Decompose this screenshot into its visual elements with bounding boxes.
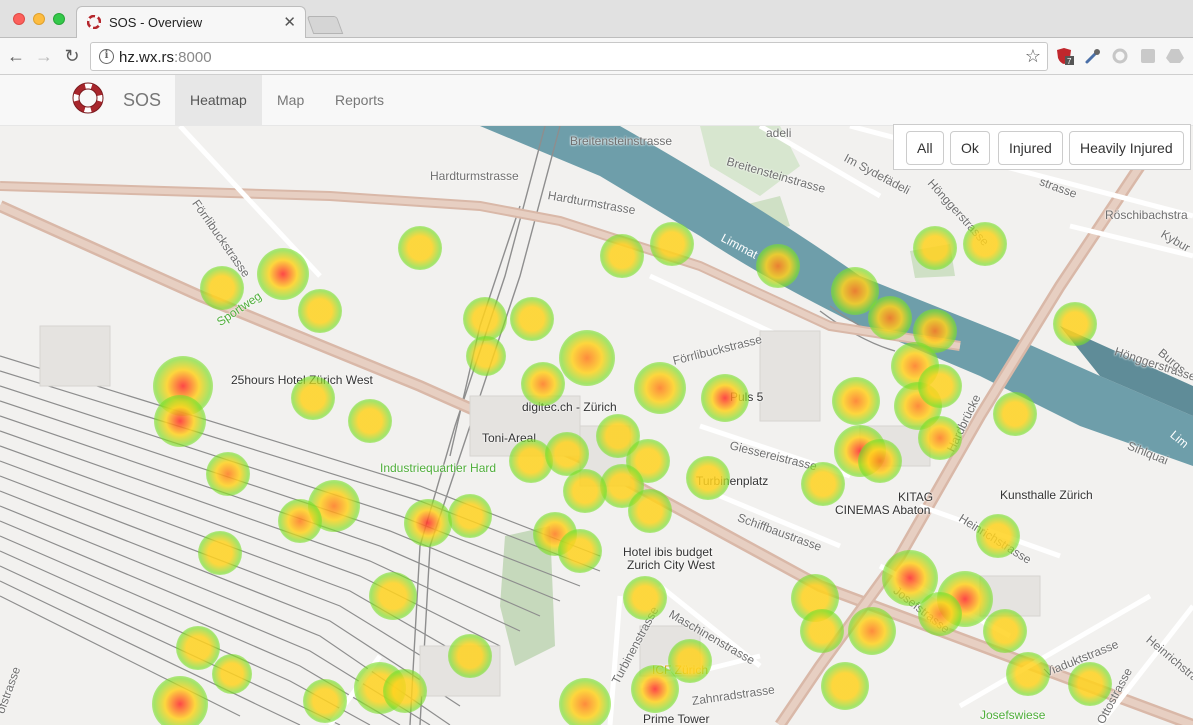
window-close-button[interactable]: [13, 13, 25, 25]
address-bar[interactable]: i hz.wx.rs:8000 ☆: [90, 42, 1048, 71]
map-base-layer: [0, 126, 1193, 725]
back-arrow-icon[interactable]: ←: [5, 45, 27, 67]
drive-extension-icon[interactable]: [1165, 46, 1185, 66]
filter-injured-button[interactable]: Injured: [998, 131, 1063, 165]
street-label: Röschibachstra: [1105, 208, 1188, 222]
filter-ok-button[interactable]: Ok: [950, 131, 990, 165]
lifebuoy-logo-icon[interactable]: [72, 82, 104, 114]
css-extension-icon[interactable]: [1138, 46, 1158, 66]
poi-label[interactable]: Turbinenplatz: [696, 474, 768, 488]
poi-label[interactable]: Industriequartier Hard: [380, 461, 496, 475]
app-navbar: SOS Heatmap Map Reports: [0, 75, 1193, 126]
park-label: Josefswiese: [980, 708, 1046, 722]
street-label: Breitensteinstrasse: [570, 134, 673, 148]
forward-arrow-icon[interactable]: →: [33, 45, 55, 67]
sync-extension-icon[interactable]: [1110, 46, 1130, 66]
nav-reports[interactable]: Reports: [320, 75, 399, 125]
poi-label[interactable]: ICF Zürich: [652, 663, 708, 677]
browser-tabstrip: SOS - Overview ✕: [0, 0, 1193, 39]
poi-label[interactable]: Hotel ibis budget: [623, 545, 712, 559]
browser-toolbar: ← → ↻ i hz.wx.rs:8000 ☆ 7: [0, 38, 1193, 75]
street-label: adeli: [766, 126, 792, 140]
heatmap-map[interactable]: Breitensteinstrasse Breitensteinstrasse …: [0, 126, 1193, 725]
poi-label[interactable]: Zurich City West: [627, 558, 715, 572]
window-minimize-button[interactable]: [33, 13, 45, 25]
poi-label[interactable]: Toni-Areal: [482, 431, 536, 445]
tab-title: SOS - Overview: [109, 15, 203, 30]
extension-badge: 7: [1067, 57, 1072, 66]
nav-heatmap[interactable]: Heatmap: [175, 75, 262, 125]
poi-label[interactable]: digitec.ch - Zürich: [522, 400, 617, 414]
injury-filter-control: All Ok Injured Heavily Injured: [893, 124, 1191, 170]
poi-label[interactable]: CINEMAS Abaton: [835, 503, 930, 517]
eyedropper-extension-icon[interactable]: [1083, 46, 1103, 66]
street-label: Hardturmstrasse: [430, 169, 519, 183]
url-port: :8000: [174, 49, 212, 66]
poi-label[interactable]: Kunsthalle Zürich: [1000, 488, 1093, 502]
poi-label[interactable]: Prime Tower: [643, 712, 709, 725]
reload-icon[interactable]: ↻: [61, 45, 83, 67]
poi-label[interactable]: KITAG: [898, 490, 933, 504]
filter-heavily-injured-button[interactable]: Heavily Injured: [1069, 131, 1184, 165]
info-icon[interactable]: i: [99, 49, 114, 64]
browser-tab-active[interactable]: SOS - Overview ✕: [76, 6, 306, 39]
tab-close-icon[interactable]: ✕: [283, 13, 296, 31]
nav-map[interactable]: Map: [262, 75, 319, 125]
new-tab-button[interactable]: [306, 16, 344, 34]
url-host: hz.wx.rs: [119, 49, 175, 66]
shield-extension-icon[interactable]: 7: [1055, 46, 1075, 66]
filter-all-button[interactable]: All: [906, 131, 944, 165]
url-text: hz.wx.rs:8000: [119, 49, 212, 66]
window-zoom-button[interactable]: [53, 13, 65, 25]
brand-name[interactable]: SOS: [123, 90, 161, 111]
lifebuoy-icon: [87, 15, 101, 29]
bookmark-star-icon[interactable]: ☆: [1025, 46, 1041, 67]
poi-label[interactable]: Puls 5: [730, 390, 763, 404]
poi-label[interactable]: 25hours Hotel Zürich West: [231, 373, 373, 387]
